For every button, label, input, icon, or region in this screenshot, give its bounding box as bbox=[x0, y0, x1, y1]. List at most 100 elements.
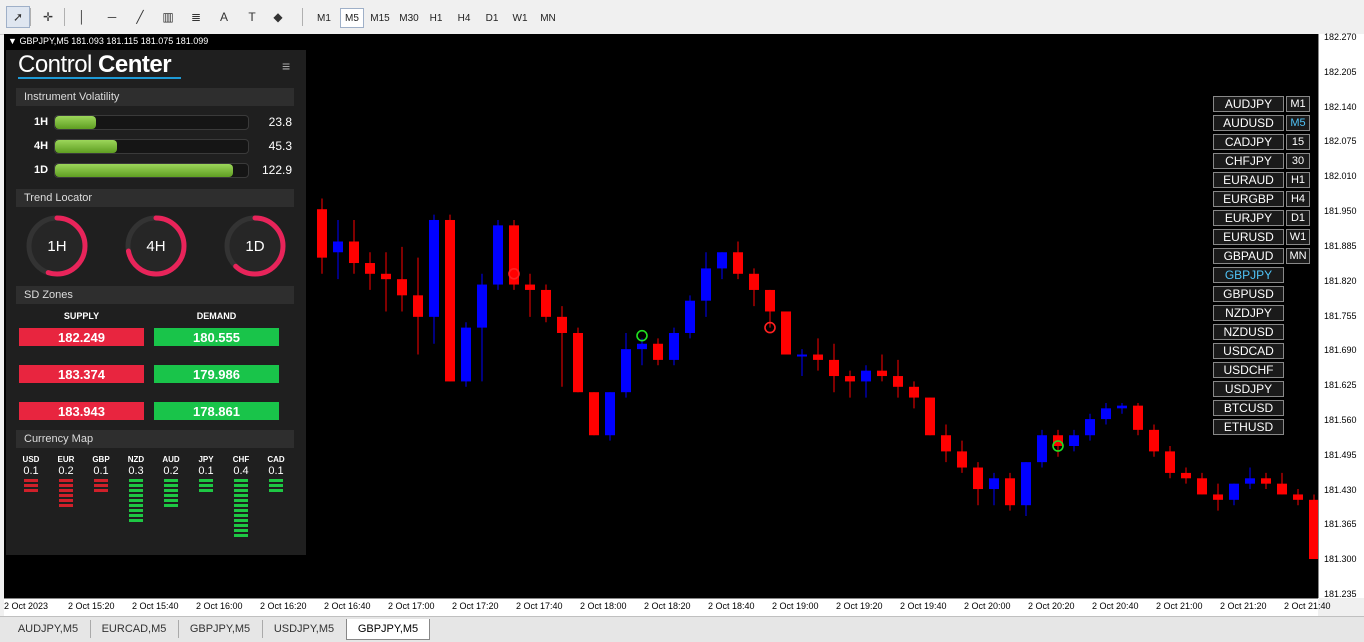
symbol-button-eurusd[interactable]: EURUSD bbox=[1213, 229, 1284, 245]
symbol-button-cadjpy[interactable]: CADJPY bbox=[1213, 134, 1284, 150]
time-axis: 2 Oct 2023 2 Oct 15:20 2 Oct 15:40 2 Oct 16… bbox=[4, 598, 1331, 617]
crosshair-icon[interactable]: ✛ bbox=[36, 6, 60, 28]
currency-strength: 0.1 bbox=[198, 465, 214, 477]
currency-strength-bar bbox=[164, 499, 178, 502]
volatility-label-4h: 4H bbox=[34, 140, 49, 152]
candle-body bbox=[1309, 499, 1318, 560]
candle-body bbox=[381, 273, 391, 280]
symbol-timeframe-w1[interactable]: W1 bbox=[1286, 229, 1310, 245]
time-tick-label: 2 Oct 17:20 bbox=[452, 601, 499, 611]
panel-title-underline bbox=[18, 77, 181, 79]
text-label-icon[interactable]: T bbox=[240, 6, 264, 28]
symbol-button-nzdusd[interactable]: NZDUSD bbox=[1213, 324, 1284, 340]
currency-strength-bar bbox=[129, 494, 143, 497]
currency-code: CHF bbox=[232, 455, 250, 464]
candle-body bbox=[541, 289, 551, 317]
timeframe-m5[interactable]: M5 bbox=[340, 8, 364, 28]
currency-strength: 0.2 bbox=[163, 465, 179, 477]
candle-body bbox=[509, 225, 519, 285]
price-tick-label: 182.010 bbox=[1324, 171, 1357, 182]
price-tick-label: 182.140 bbox=[1324, 101, 1357, 112]
horizontal-line-icon[interactable]: ─ bbox=[100, 6, 124, 28]
currency-strength-bar bbox=[129, 509, 143, 512]
symbol-timeframe-m1[interactable]: M1 bbox=[1286, 96, 1310, 112]
symbol-button-euraud[interactable]: EURAUD bbox=[1213, 172, 1284, 188]
candle-body bbox=[1149, 429, 1159, 452]
timeframe-m1[interactable]: M1 bbox=[312, 8, 336, 28]
time-tick-label: 2 Oct 15:40 bbox=[132, 601, 179, 611]
symbol-timeframe-h1[interactable]: H1 bbox=[1286, 172, 1310, 188]
symbol-button-usdcad[interactable]: USDCAD bbox=[1213, 343, 1284, 359]
currency-map-header: Currency Map bbox=[16, 430, 294, 448]
symbol-button-usdchf[interactable]: USDCHF bbox=[1213, 362, 1284, 378]
symbol-button-eurgbp[interactable]: EURGBP bbox=[1213, 191, 1284, 207]
timeframe-d1[interactable]: D1 bbox=[480, 8, 504, 28]
timeframe-m30[interactable]: M30 bbox=[396, 8, 422, 28]
symbol-timeframe-m5[interactable]: M5 bbox=[1286, 115, 1310, 131]
timeframe-h4[interactable]: H4 bbox=[452, 8, 476, 28]
candle-body bbox=[989, 478, 999, 490]
time-tick-label: 2 Oct 2023 bbox=[4, 601, 49, 611]
symbol-timeframe-15[interactable]: 15 bbox=[1286, 134, 1310, 150]
hamburger-menu-icon[interactable]: ≡ bbox=[282, 58, 290, 74]
symbol-button-btcusd[interactable]: BTCUSD bbox=[1213, 400, 1284, 416]
text-icon[interactable]: A bbox=[212, 6, 236, 28]
symbol-button-gbpjpy[interactable]: GBPJPY bbox=[1213, 267, 1284, 283]
timeframe-w1[interactable]: W1 bbox=[508, 8, 532, 28]
timeframe-m15[interactable]: M15 bbox=[366, 8, 394, 28]
symbol-button-gbpaud[interactable]: GBPAUD bbox=[1213, 248, 1284, 264]
candle-body bbox=[845, 376, 855, 382]
candle-body bbox=[765, 289, 775, 312]
symbol-button-chfjpy[interactable]: CHFJPY bbox=[1213, 153, 1284, 169]
time-tick-label: 2 Oct 20:40 bbox=[1092, 601, 1139, 611]
trend-ring-label: 1H bbox=[47, 237, 67, 255]
symbol-button-usdjpy[interactable]: USDJPY bbox=[1213, 381, 1284, 397]
symbol-timeframe-h4[interactable]: H4 bbox=[1286, 191, 1310, 207]
price-chart[interactable]: ▼ GBPJPY,M5 181.093 181.115 181.075 181.… bbox=[4, 34, 1318, 598]
chart-tab[interactable]: GBPJPY,M5 bbox=[178, 620, 263, 638]
symbol-button-nzdjpy[interactable]: NZDJPY bbox=[1213, 305, 1284, 321]
price-tick-label: 182.075 bbox=[1324, 136, 1357, 147]
chart-tab[interactable]: EURCAD,M5 bbox=[90, 620, 179, 638]
candle-body bbox=[893, 376, 903, 387]
time-tick-label: 2 Oct 20:00 bbox=[964, 601, 1011, 611]
symbol-button-ethusd[interactable]: ETHUSD bbox=[1213, 419, 1284, 435]
toolbar-separator bbox=[30, 8, 31, 26]
candle-body bbox=[717, 252, 727, 269]
shapes-icon[interactable]: ◆ bbox=[266, 6, 290, 28]
symbol-button-gbpusd[interactable]: GBPUSD bbox=[1213, 286, 1284, 302]
candle-body bbox=[925, 397, 935, 436]
time-tick-label: 2 Oct 18:40 bbox=[708, 601, 755, 611]
channel-icon[interactable]: ▥ bbox=[156, 6, 180, 28]
chart-tab[interactable]: USDJPY,M5 bbox=[262, 620, 347, 638]
currency-col-usd: USD 0.1 bbox=[16, 455, 46, 492]
vertical-line-icon[interactable]: │ bbox=[70, 6, 94, 28]
currency-col-eur: EUR 0.2 bbox=[51, 455, 81, 507]
symbol-button-audusd[interactable]: AUDUSD bbox=[1213, 115, 1284, 131]
trend-ring-1d: 1D bbox=[222, 213, 288, 279]
chart-tab[interactable]: GBPJPY,M5 bbox=[346, 619, 430, 640]
symbol-timeframe-mn[interactable]: MN bbox=[1286, 248, 1310, 264]
timeframe-mn[interactable]: MN bbox=[536, 8, 560, 28]
symbol-button-audjpy[interactable]: AUDJPY bbox=[1213, 96, 1284, 112]
currency-strength-bar bbox=[234, 499, 248, 502]
currency-strength-bar bbox=[129, 479, 143, 482]
candle-body bbox=[1277, 483, 1287, 495]
candle-body bbox=[1021, 462, 1031, 506]
currency-col-nzd: NZD 0.3 bbox=[121, 455, 151, 522]
symbol-button-eurjpy[interactable]: EURJPY bbox=[1213, 210, 1284, 226]
candle-body bbox=[909, 386, 919, 398]
chart-tab[interactable]: AUDJPY,M5 bbox=[6, 620, 91, 638]
symbol-timeframe-d1[interactable]: D1 bbox=[1286, 210, 1310, 226]
candle-body bbox=[1133, 405, 1143, 430]
cursor-icon[interactable]: ➚ bbox=[6, 6, 30, 28]
price-tick-label: 181.950 bbox=[1324, 206, 1357, 217]
timeframe-h1[interactable]: H1 bbox=[424, 8, 448, 28]
currency-strength-bar bbox=[59, 484, 73, 487]
currency-col-cad: CAD 0.1 bbox=[261, 455, 291, 492]
time-tick-label: 2 Oct 21:00 bbox=[1156, 601, 1203, 611]
fibonacci-icon[interactable]: ≣ bbox=[184, 6, 208, 28]
trend-line-icon[interactable]: ╱ bbox=[128, 6, 152, 28]
currency-strength-bar bbox=[129, 489, 143, 492]
symbol-timeframe-30[interactable]: 30 bbox=[1286, 153, 1310, 169]
